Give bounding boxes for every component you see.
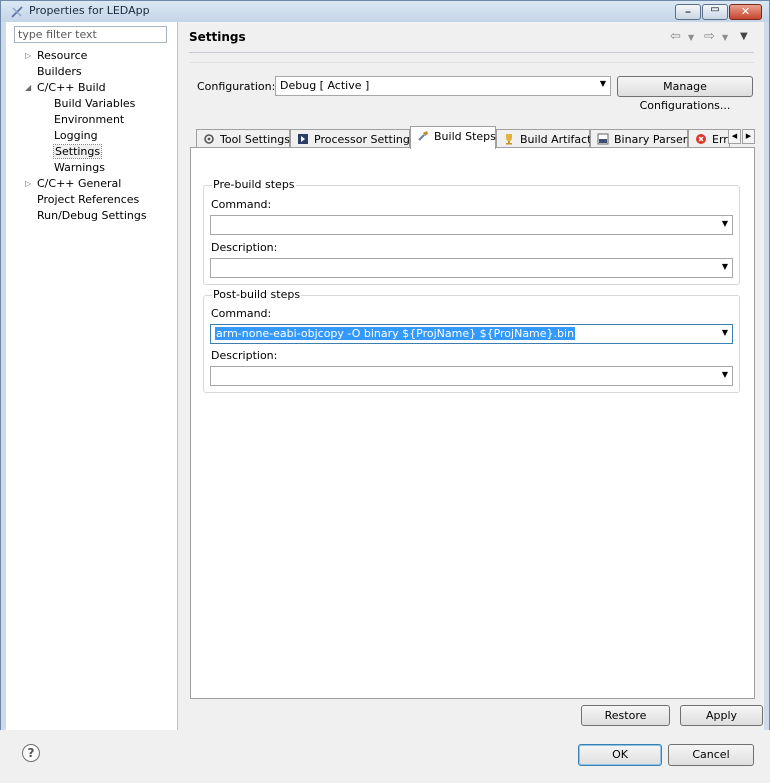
error-icon <box>696 134 706 144</box>
tab-binary-parsers[interactable]: Binary Parsers <box>590 129 693 148</box>
tree-item-settings[interactable]: Settings <box>52 144 103 159</box>
build-steps-panel: Pre-build steps Command: ▼ Description: … <box>190 147 755 699</box>
ok-button[interactable]: OK <box>578 744 662 766</box>
post-build-command-label: Command: <box>211 307 272 320</box>
dialog-client-area: ▷ Resource Builders ◢ C/C++ Build Build … <box>6 22 764 741</box>
close-window-button[interactable]: ✕ <box>729 4 762 20</box>
sidebar: ▷ Resource Builders ◢ C/C++ Build Build … <box>6 22 177 730</box>
post-build-group: Post-build steps Command: arm-none-eabi-… <box>203 288 740 393</box>
configuration-label: Configuration: <box>197 80 276 93</box>
apply-button[interactable]: Apply <box>680 705 763 726</box>
tab-build-steps[interactable]: Build Steps <box>410 126 496 149</box>
tree-item-logging[interactable]: Logging <box>54 128 98 143</box>
eclipse-properties-icon <box>11 6 23 18</box>
tree-item-warnings[interactable]: Warnings <box>54 160 105 175</box>
tab-scroll-right-button[interactable]: ▶ <box>742 129 755 144</box>
maximize-icon: ▭ <box>710 4 720 15</box>
gear-icon <box>204 134 214 144</box>
title-bar[interactable]: Properties for LEDApp _ ▭ ✕ <box>1 1 769 22</box>
filter-input[interactable] <box>14 26 167 43</box>
chevron-left-icon: ◀ <box>731 132 738 140</box>
pre-build-description-label: Description: <box>211 241 278 254</box>
configuration-select[interactable]: Debug [ Active ] ▼ <box>275 76 611 96</box>
trophy-icon <box>506 134 512 145</box>
minimize-button[interactable]: _ <box>675 2 701 20</box>
chevron-down-icon[interactable]: ▼ <box>722 370 728 379</box>
settings-tabs: Tool Settings Processor Settings Build S… <box>190 126 755 149</box>
manage-configurations-button[interactable]: Manage Configurations... <box>617 76 753 112</box>
back-dropdown-icon[interactable]: ▼ <box>688 33 694 42</box>
pre-build-title: Pre-build steps <box>212 178 296 191</box>
forward-arrow-icon[interactable]: ⇨ <box>704 29 715 44</box>
tree-item-resource[interactable]: ▷ Resource <box>25 48 87 63</box>
tree-item-cpp-build[interactable]: ◢ C/C++ Build <box>25 80 106 95</box>
tab-processor-settings[interactable]: Processor Settings <box>290 129 416 148</box>
pre-build-description-field[interactable]: ▼ <box>210 258 733 278</box>
back-arrow-icon[interactable]: ⇦ <box>670 29 681 44</box>
maximize-button[interactable]: ▭ <box>702 4 728 20</box>
collapse-arrow-icon[interactable]: ◢ <box>25 80 31 95</box>
tree-item-cpp-general[interactable]: ▷ C/C++ General <box>25 176 121 191</box>
view-menu-icon[interactable]: ▼ <box>740 31 748 42</box>
forward-dropdown-icon[interactable]: ▼ <box>722 33 728 42</box>
tree-item-run-debug-settings[interactable]: Run/Debug Settings <box>37 208 147 223</box>
cancel-button[interactable]: Cancel <box>668 744 754 766</box>
tree-item-builders[interactable]: Builders <box>37 64 82 79</box>
chevron-down-icon[interactable]: ▼ <box>722 262 728 271</box>
pre-build-command-field[interactable]: ▼ <box>210 215 733 235</box>
processor-icon <box>298 134 308 144</box>
tree-item-project-references[interactable]: Project References <box>37 192 139 207</box>
minimize-icon: _ <box>685 2 691 13</box>
settings-page: Settings ⇦ ▼ ⇨ ▼ ▼ Configuration: Debug … <box>178 22 764 741</box>
chevron-down-icon[interactable]: ▼ <box>722 328 728 337</box>
post-build-description-field[interactable]: ▼ <box>210 366 733 386</box>
close-icon: ✕ <box>740 5 751 18</box>
page-title: Settings <box>189 30 246 44</box>
tab-tool-settings[interactable]: Tool Settings <box>196 129 290 148</box>
pre-build-command-label: Command: <box>211 198 272 211</box>
tree-item-environment[interactable]: Environment <box>54 112 124 127</box>
title-separator <box>189 52 754 53</box>
binary-file-icon <box>597 133 609 145</box>
chevron-right-icon: ▶ <box>745 132 752 140</box>
chevron-down-icon: ▼ <box>599 79 606 88</box>
post-build-command-field[interactable]: arm-none-eabi-objcopy -O binary ${ProjNa… <box>210 324 733 344</box>
expand-arrow-icon[interactable]: ▷ <box>25 176 31 191</box>
post-build-command-value[interactable]: arm-none-eabi-objcopy -O binary ${ProjNa… <box>215 327 576 340</box>
tab-build-artifact[interactable]: Build Artifact <box>496 129 592 148</box>
tree-item-build-variables[interactable]: Build Variables <box>54 96 135 111</box>
window-title: Properties for LEDApp <box>29 4 150 17</box>
post-build-title: Post-build steps <box>212 288 302 301</box>
wrench-icon <box>418 131 428 141</box>
restore-defaults-button[interactable]: Restore Defaults <box>581 705 670 741</box>
chevron-down-icon[interactable]: ▼ <box>722 219 728 228</box>
post-build-description-label: Description: <box>211 349 278 362</box>
tab-error-parsers[interactable]: Err <box>688 129 730 148</box>
pre-build-group: Pre-build steps Command: ▼ Description: … <box>203 178 740 285</box>
tab-scroll-left-button[interactable]: ◀ <box>728 129 741 144</box>
help-icon[interactable]: ? <box>22 744 40 762</box>
expand-arrow-icon[interactable]: ▷ <box>25 48 31 63</box>
